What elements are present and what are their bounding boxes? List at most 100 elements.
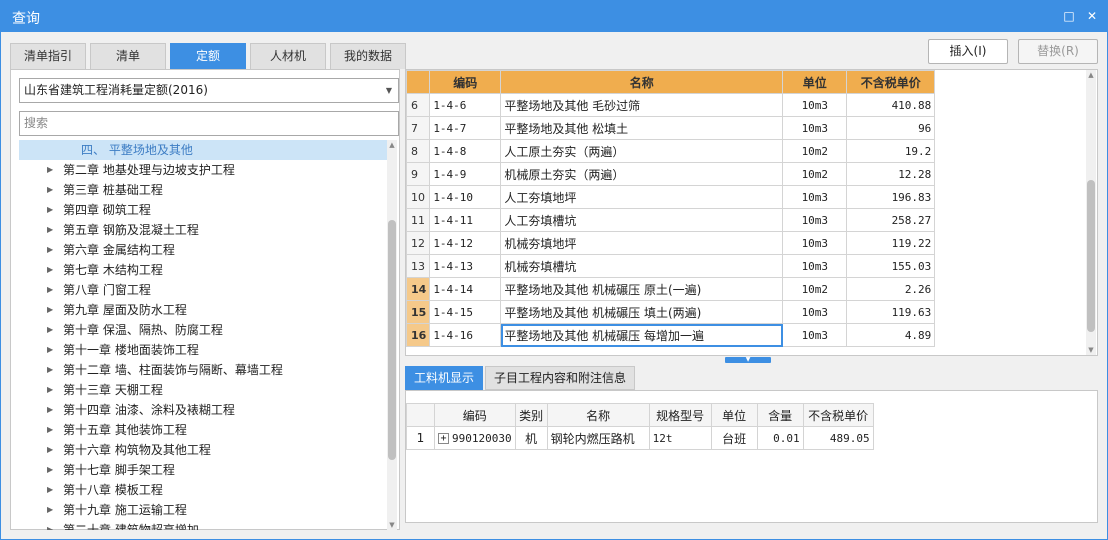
cell-unit[interactable]: 10m2	[782, 139, 848, 163]
table-row[interactable]: 13 1-4-13 机械夯填槽坑 10m3 155.03	[406, 254, 936, 278]
expand-caret-icon[interactable]: ▶	[47, 420, 57, 440]
cell-name[interactable]: 机械夯填槽坑	[500, 254, 784, 278]
cell-name[interactable]: 机械夯填地坪	[500, 231, 784, 255]
cell-price[interactable]: 2.26	[846, 277, 936, 301]
tree-item-chapter-19[interactable]: ▶ 第十九章 施工运输工程	[19, 500, 387, 520]
expand-caret-icon[interactable]: ▶	[47, 300, 57, 320]
expand-caret-icon[interactable]: ▶	[47, 400, 57, 420]
tree-item-chapter-20[interactable]: ▶ 第二十章 建筑物超高增加	[19, 520, 387, 530]
cell-price[interactable]: 196.83	[846, 185, 936, 209]
replace-button[interactable]: 替换(R)	[1018, 39, 1098, 64]
tree-item-chapter-4[interactable]: ▶ 第四章 砌筑工程	[19, 200, 387, 220]
expand-caret-icon[interactable]: ▶	[47, 180, 57, 200]
cell-type[interactable]: 机	[514, 426, 548, 450]
cell-price[interactable]: 12.28	[846, 162, 936, 186]
search-input[interactable]: 搜索	[19, 111, 399, 136]
cell-code[interactable]: 1-4-10	[429, 185, 502, 209]
tree-item-chapter-5[interactable]: ▶ 第五章 钢筋及混凝土工程	[19, 220, 387, 240]
cell-unit[interactable]: 10m2	[782, 277, 848, 301]
cell-price[interactable]: 410.88	[846, 93, 936, 117]
table-row[interactable]: 12 1-4-12 机械夯填地坪 10m3 119.22	[406, 231, 936, 255]
cell-code[interactable]: 1-4-16	[429, 323, 502, 347]
cell-name[interactable]: 机械原土夯实（两遍）	[500, 162, 784, 186]
cell-code[interactable]: 1-4-6	[429, 93, 502, 117]
header-code[interactable]: 编码	[429, 70, 502, 94]
expand-caret-icon[interactable]: ▶	[47, 160, 57, 180]
header-price[interactable]: 不含税单价	[802, 403, 874, 427]
tab-list-guide[interactable]: 清单指引	[10, 43, 86, 69]
cell-price[interactable]: 4.89	[846, 323, 936, 347]
tree-item-chapter-7[interactable]: ▶ 第七章 木结构工程	[19, 260, 387, 280]
tree-item-chapter-15[interactable]: ▶ 第十五章 其他装饰工程	[19, 420, 387, 440]
tree-item-chapter-18[interactable]: ▶ 第十八章 模板工程	[19, 480, 387, 500]
cell-code[interactable]: 1-4-14	[429, 277, 502, 301]
cell-quantity[interactable]: 0.01	[756, 426, 804, 450]
expand-caret-icon[interactable]: ▶	[47, 480, 57, 500]
table-row[interactable]: 8 1-4-8 人工原土夯实（两遍） 10m2 19.2	[406, 139, 936, 163]
table-row-selected[interactable]: 16 1-4-16 平整场地及其他 机械碾压 每增加一遍 10m3 4.89	[406, 323, 936, 347]
tab-quota[interactable]: 定额	[170, 43, 246, 69]
cell-unit[interactable]: 10m3	[782, 231, 848, 255]
expand-caret-icon[interactable]: ▶	[47, 460, 57, 480]
cell-name[interactable]: 平整场地及其他 机械碾压 填土(两遍)	[500, 300, 784, 324]
cell-name[interactable]: 钢轮内燃压路机	[546, 426, 650, 450]
expand-caret-icon[interactable]: ▶	[47, 260, 57, 280]
cell-name[interactable]: 人工夯填地坪	[500, 185, 784, 209]
cell-code[interactable]: 1-4-9	[429, 162, 502, 186]
cell-price[interactable]: 119.63	[846, 300, 936, 324]
header-code[interactable]: 编码	[434, 403, 516, 427]
expand-caret-icon[interactable]: ▶	[47, 440, 57, 460]
cell-name[interactable]: 人工原土夯实（两遍）	[500, 139, 784, 163]
table-row[interactable]: 1 +990120030 机 钢轮内燃压路机 12t 台班 0.01 489.0…	[406, 426, 874, 450]
cell-unit[interactable]: 10m3	[782, 254, 848, 278]
quota-table-scrollbar[interactable]: ▲ ▼	[1086, 70, 1096, 355]
header-spec[interactable]: 规格型号	[648, 403, 712, 427]
cell-name[interactable]: 平整场地及其他 松填土	[500, 116, 784, 140]
cell-unit[interactable]: 台班	[710, 426, 758, 450]
restore-icon[interactable]: □	[1061, 8, 1077, 24]
library-select[interactable]: 山东省建筑工程消耗量定额(2016) ▼	[19, 78, 399, 103]
tree-item-chapter-13[interactable]: ▶ 第十三章 天棚工程	[19, 380, 387, 400]
cell-unit[interactable]: 10m2	[782, 162, 848, 186]
expand-caret-icon[interactable]: ▶	[47, 200, 57, 220]
table-row[interactable]: 11 1-4-11 人工夯填槽坑 10m3 258.27	[406, 208, 936, 232]
cell-code[interactable]: 1-4-7	[429, 116, 502, 140]
cell-code[interactable]: 1-4-15	[429, 300, 502, 324]
cell-name-editing[interactable]: 平整场地及其他 机械碾压 每增加一遍	[500, 323, 784, 347]
expand-caret-icon[interactable]: ▶	[47, 500, 57, 520]
cell-code[interactable]: 1-4-11	[429, 208, 502, 232]
expand-caret-icon[interactable]: ▶	[47, 520, 57, 530]
cell-unit[interactable]: 10m3	[782, 300, 848, 324]
cell-name[interactable]: 平整场地及其他 毛砂过筛	[500, 93, 784, 117]
cell-unit[interactable]: 10m3	[782, 208, 848, 232]
table-row[interactable]: 14 1-4-14 平整场地及其他 机械碾压 原土(一遍) 10m2 2.26	[406, 277, 936, 301]
scroll-up-icon[interactable]: ▲	[1086, 70, 1096, 80]
tree-item-chapter-6[interactable]: ▶ 第六章 金属结构工程	[19, 240, 387, 260]
tab-list[interactable]: 清单	[90, 43, 166, 69]
tab-resource-display[interactable]: 工料机显示	[405, 366, 483, 390]
tree-item-chapter-14[interactable]: ▶ 第十四章 油漆、涂料及裱糊工程	[19, 400, 387, 420]
header-unit[interactable]: 单位	[782, 70, 848, 94]
insert-button[interactable]: 插入(I)	[928, 39, 1008, 64]
cell-price[interactable]: 119.22	[846, 231, 936, 255]
table-row[interactable]: 6 1-4-6 平整场地及其他 毛砂过筛 10m3 410.88	[406, 93, 936, 117]
cell-spec[interactable]: 12t	[648, 426, 712, 450]
scroll-thumb[interactable]	[1087, 180, 1095, 332]
tree-item-chapter-12[interactable]: ▶ 第十二章 墙、柱面装饰与隔断、幕墙工程	[19, 360, 387, 380]
tab-work-content-notes[interactable]: 子目工程内容和附注信息	[485, 366, 635, 390]
cell-code[interactable]: 1-4-8	[429, 139, 502, 163]
cell-price[interactable]: 19.2	[846, 139, 936, 163]
tree-item-chapter-2[interactable]: ▶ 第二章 地基处理与边坡支护工程	[19, 160, 387, 180]
header-price[interactable]: 不含税单价	[846, 70, 936, 94]
header-name[interactable]: 名称	[546, 403, 650, 427]
close-icon[interactable]: ✕	[1084, 8, 1100, 24]
cell-unit[interactable]: 10m3	[782, 323, 848, 347]
scroll-thumb[interactable]	[388, 220, 396, 460]
cell-code[interactable]: 1-4-13	[429, 254, 502, 278]
scroll-up-icon[interactable]: ▲	[387, 140, 397, 150]
expand-caret-icon[interactable]: ▶	[47, 340, 57, 360]
expand-caret-icon[interactable]: ▶	[47, 320, 57, 340]
tree-item-chapter-8[interactable]: ▶ 第八章 门窗工程	[19, 280, 387, 300]
tree-scrollbar[interactable]: ▲ ▼	[387, 140, 397, 530]
cell-price[interactable]: 96	[846, 116, 936, 140]
